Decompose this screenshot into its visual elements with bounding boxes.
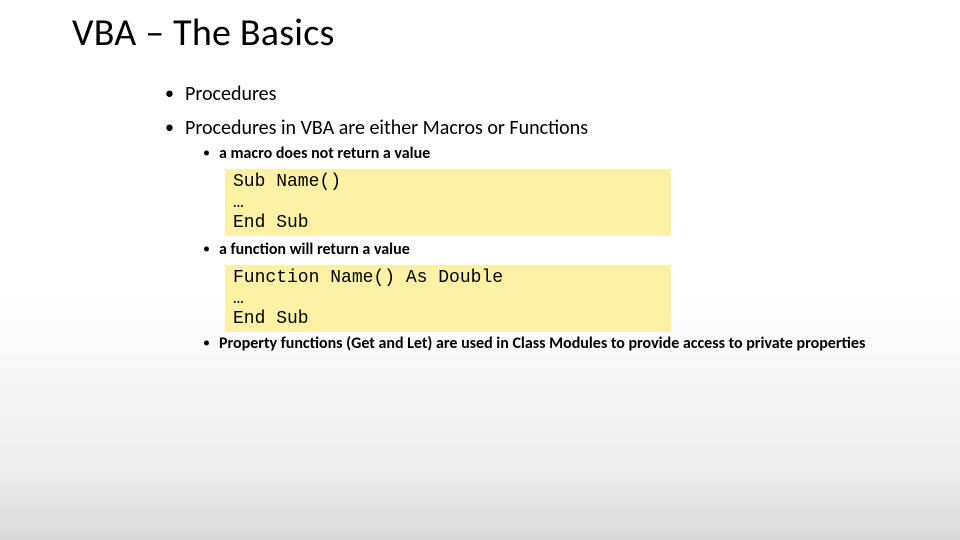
bullet-text: Property functions (Get and Let) are use…: [219, 334, 865, 353]
slide: VBA – The Basics Procedures Procedures i…: [0, 0, 960, 540]
bullet-property: Property functions (Get and Let) are use…: [185, 334, 909, 354]
code-function: Function Name() As Double … End Sub: [225, 265, 671, 332]
bullet-text: Procedures in VBA are either Macros or F…: [185, 116, 588, 140]
sub-bullet-list: a macro does not return a value: [185, 144, 885, 163]
sub-bullet-list: a function will return a value: [185, 240, 885, 259]
bullet-text: a macro does not return a value: [219, 144, 430, 163]
bullet-list: Procedures Procedures in VBA are either …: [165, 82, 885, 354]
slide-title: VBA – The Basics: [72, 10, 335, 56]
bullet-function: a function will return a value: [185, 240, 885, 259]
slide-body: Procedures Procedures in VBA are either …: [165, 82, 885, 364]
bullet-text: Procedures: [185, 82, 276, 106]
bullet-procedures: Procedures: [165, 82, 885, 106]
bullet-macro: a macro does not return a value: [185, 144, 885, 163]
bullet-text: a function will return a value: [219, 240, 410, 259]
code-macro: Sub Name() … End Sub: [225, 169, 671, 236]
sub-bullet-list: Property functions (Get and Let) are use…: [185, 334, 885, 354]
bullet-procedures-types: Procedures in VBA are either Macros or F…: [165, 116, 885, 354]
